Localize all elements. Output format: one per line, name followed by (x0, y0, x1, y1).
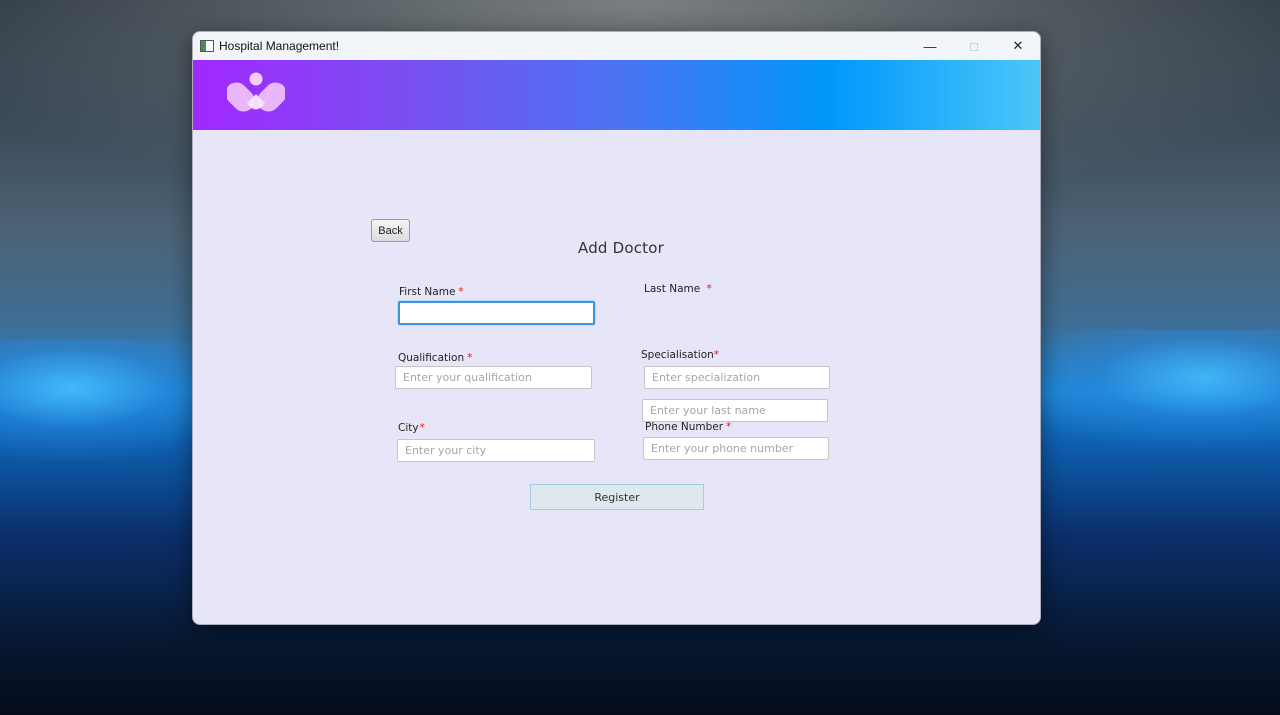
back-button[interactable]: Back (371, 219, 410, 242)
desktop-wallpaper-glow (1020, 330, 1280, 450)
required-marker: * (713, 349, 720, 361)
required-marker: * (458, 286, 464, 298)
register-button[interactable]: Register (530, 484, 704, 510)
specialisation-input[interactable] (644, 366, 830, 389)
required-marker: * (419, 422, 425, 434)
qualification-input[interactable] (395, 366, 592, 389)
minimize-button[interactable]: — (908, 32, 952, 60)
heart-hands-logo-icon (227, 72, 285, 112)
phone-number-label-text: Phone Number (645, 421, 724, 433)
specialisation-label-text: Specialisation (641, 349, 714, 361)
required-marker: * (706, 283, 712, 295)
last-name-input[interactable] (642, 399, 828, 422)
window-title: Hospital Management! (219, 39, 340, 53)
app-window: Hospital Management! — □ ✕ Back Add Doct… (192, 31, 1041, 625)
close-button[interactable]: ✕ (996, 32, 1040, 60)
first-name-label-text: First Name (399, 286, 456, 298)
form-area: Back Add Doctor First Name * Last Name * … (193, 130, 1040, 624)
city-label: City* (398, 422, 425, 434)
city-label-text: City (398, 422, 419, 434)
required-marker: * (726, 421, 732, 433)
last-name-label: Last Name * (644, 283, 712, 295)
app-icon (200, 40, 214, 52)
specialisation-label: Specialisation* (641, 349, 719, 361)
page-title: Add Doctor (578, 239, 665, 257)
header-banner (193, 60, 1040, 130)
first-name-input[interactable] (398, 301, 595, 325)
qualification-label: Qualification * (398, 352, 472, 364)
first-name-label: First Name * (399, 286, 464, 298)
last-name-label-text: Last Name (644, 283, 701, 295)
qualification-label-text: Qualification (398, 352, 465, 364)
required-marker: * (467, 352, 473, 364)
phone-number-label: Phone Number * (645, 421, 731, 433)
city-input[interactable] (397, 439, 595, 462)
maximize-button[interactable]: □ (952, 32, 996, 60)
window-controls: — □ ✕ (908, 32, 1040, 60)
title-bar[interactable]: Hospital Management! — □ ✕ (193, 32, 1040, 60)
phone-number-input[interactable] (643, 437, 829, 460)
